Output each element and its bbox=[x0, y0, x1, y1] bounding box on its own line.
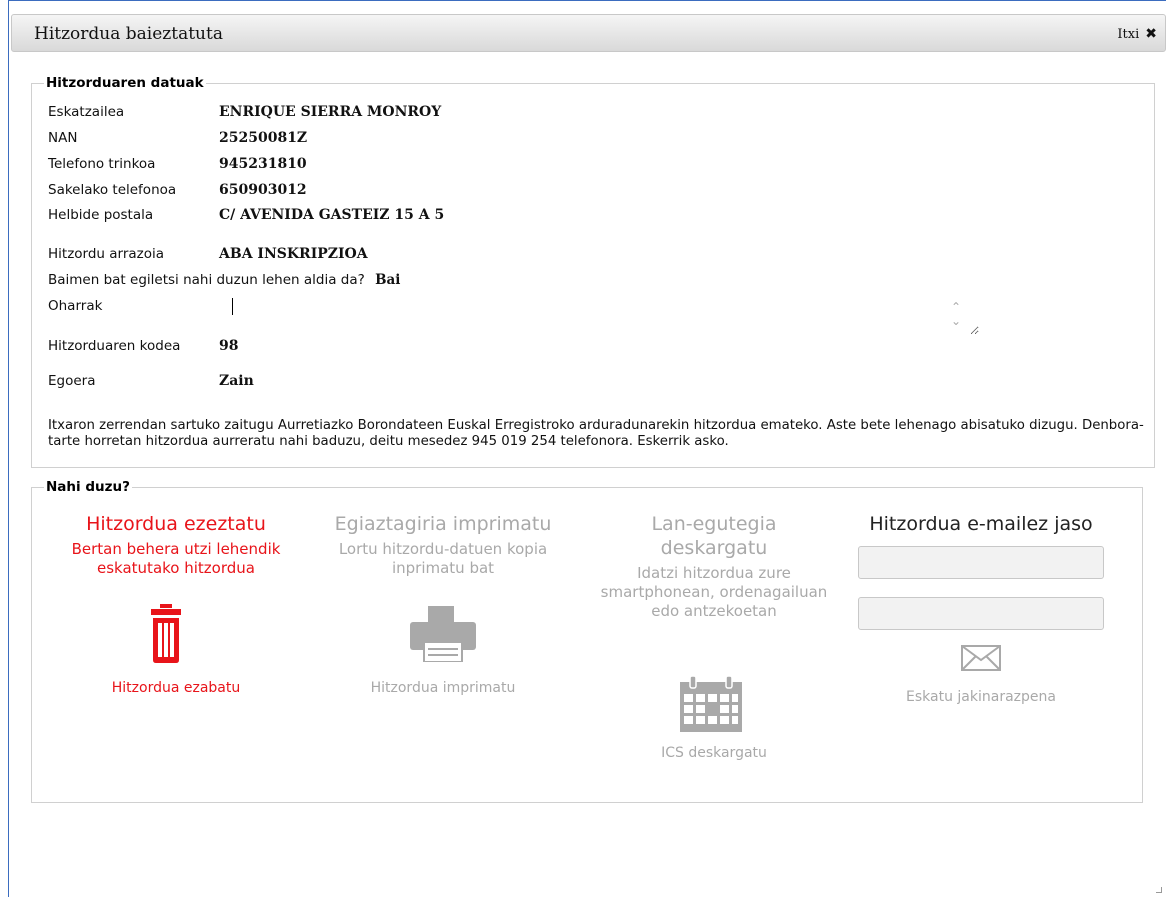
close-icon: ✖ bbox=[1145, 26, 1157, 42]
actions-legend: Nahi duzu? bbox=[46, 479, 130, 495]
download-ics-link[interactable]: ICS deskargatu bbox=[600, 745, 828, 761]
scroll-up-icon[interactable]: ⌃ bbox=[948, 300, 964, 314]
code-value: 98 bbox=[219, 338, 239, 354]
applicant-value: ENRIQUE SIERRA MONROY bbox=[219, 104, 442, 120]
window-left-border bbox=[8, 0, 9, 897]
appointment-data-legend: Hitzorduaren datuak bbox=[46, 75, 204, 91]
print-heading: Egiaztagiria imprimatu bbox=[334, 513, 552, 535]
resize-handle[interactable] bbox=[1156, 887, 1162, 893]
email-confirm-field[interactable] bbox=[858, 597, 1104, 630]
mobile-value: 650903012 bbox=[219, 182, 307, 198]
request-notification-link[interactable]: Eskatu jakinarazpena bbox=[846, 689, 1116, 705]
dialog-title: Hitzordua baieztatuta bbox=[34, 24, 223, 44]
address-label: Helbide postala bbox=[48, 207, 154, 223]
notes-label: Oharrak bbox=[48, 298, 103, 314]
reason-value: ABA INSKRIPZIOA bbox=[219, 246, 368, 262]
phone-value: 945231810 bbox=[219, 156, 307, 172]
print-column: Egiaztagiria imprimatu Lortu hitzordu-da… bbox=[312, 512, 574, 578]
mobile-label: Sakelako telefonoa bbox=[48, 182, 177, 198]
status-value: Zain bbox=[219, 373, 254, 389]
first-time-question: Baimen bat egiletsi nahi duzun lehen ald… bbox=[48, 272, 365, 288]
id-label: NAN bbox=[48, 130, 78, 146]
phone-label: Telefono trinkoa bbox=[48, 156, 156, 172]
cancel-column: Hitzordua ezeztatu Bertan behera utzi le… bbox=[60, 512, 292, 578]
code-label: Hitzorduaren kodea bbox=[48, 338, 181, 354]
id-value: 25250081Z bbox=[219, 130, 308, 146]
trash-icon[interactable] bbox=[150, 604, 182, 668]
calendar-icon[interactable] bbox=[680, 675, 742, 736]
cancel-heading: Hitzordua ezeztatu bbox=[86, 513, 266, 535]
waiting-list-info: Itxaron zerrendan sartuko zaitugu Aurret… bbox=[48, 418, 1144, 449]
close-label: Itxi bbox=[1117, 26, 1140, 42]
field-row-first-time: Baimen bat egiletsi nahi duzun lehen ald… bbox=[48, 272, 400, 288]
address-value: C/ AVENIDA GASTEIZ 15 A 5 bbox=[219, 207, 445, 223]
scroll-down-icon[interactable]: ⌄ bbox=[948, 314, 964, 328]
email-field[interactable] bbox=[858, 546, 1104, 579]
email-heading: Hitzordua e-mailez jaso bbox=[869, 513, 1093, 535]
status-label: Egoera bbox=[48, 373, 96, 389]
print-description: Lortu hitzordu-datuen kopia inprimatu ba… bbox=[338, 540, 548, 577]
reason-label: Hitzordu arrazoia bbox=[48, 246, 165, 262]
calendar-heading: Lan-egutegia deskargatu bbox=[651, 513, 777, 559]
window-top-border bbox=[8, 0, 1166, 1]
applicant-label: Eskatzailea bbox=[48, 104, 125, 120]
calendar-column: Lan-egutegia deskargatu Idatzi hitzordua… bbox=[600, 512, 828, 621]
text-cursor bbox=[232, 298, 233, 315]
notes-scrollbar[interactable]: ⌃ ⌄ bbox=[948, 300, 964, 332]
email-column: Hitzordua e-mailez jaso bbox=[846, 512, 1116, 536]
dialog-titlebar: Hitzordua baieztatuta Itxi ✖ bbox=[11, 14, 1166, 52]
delete-appointment-link[interactable]: Hitzordua ezabatu bbox=[60, 680, 292, 696]
first-time-answer: Bai bbox=[375, 272, 401, 288]
calendar-description: Idatzi hitzordua zure smartphonean, orde… bbox=[600, 564, 828, 620]
notes-textarea[interactable] bbox=[219, 295, 979, 335]
print-appointment-link[interactable]: Hitzordua imprimatu bbox=[312, 680, 574, 696]
printer-icon[interactable] bbox=[410, 606, 476, 666]
envelope-icon[interactable] bbox=[961, 645, 1001, 675]
close-button[interactable]: Itxi ✖ bbox=[1117, 26, 1157, 42]
cancel-description: Bertan behera utzi lehendik eskatutako h… bbox=[71, 540, 281, 577]
